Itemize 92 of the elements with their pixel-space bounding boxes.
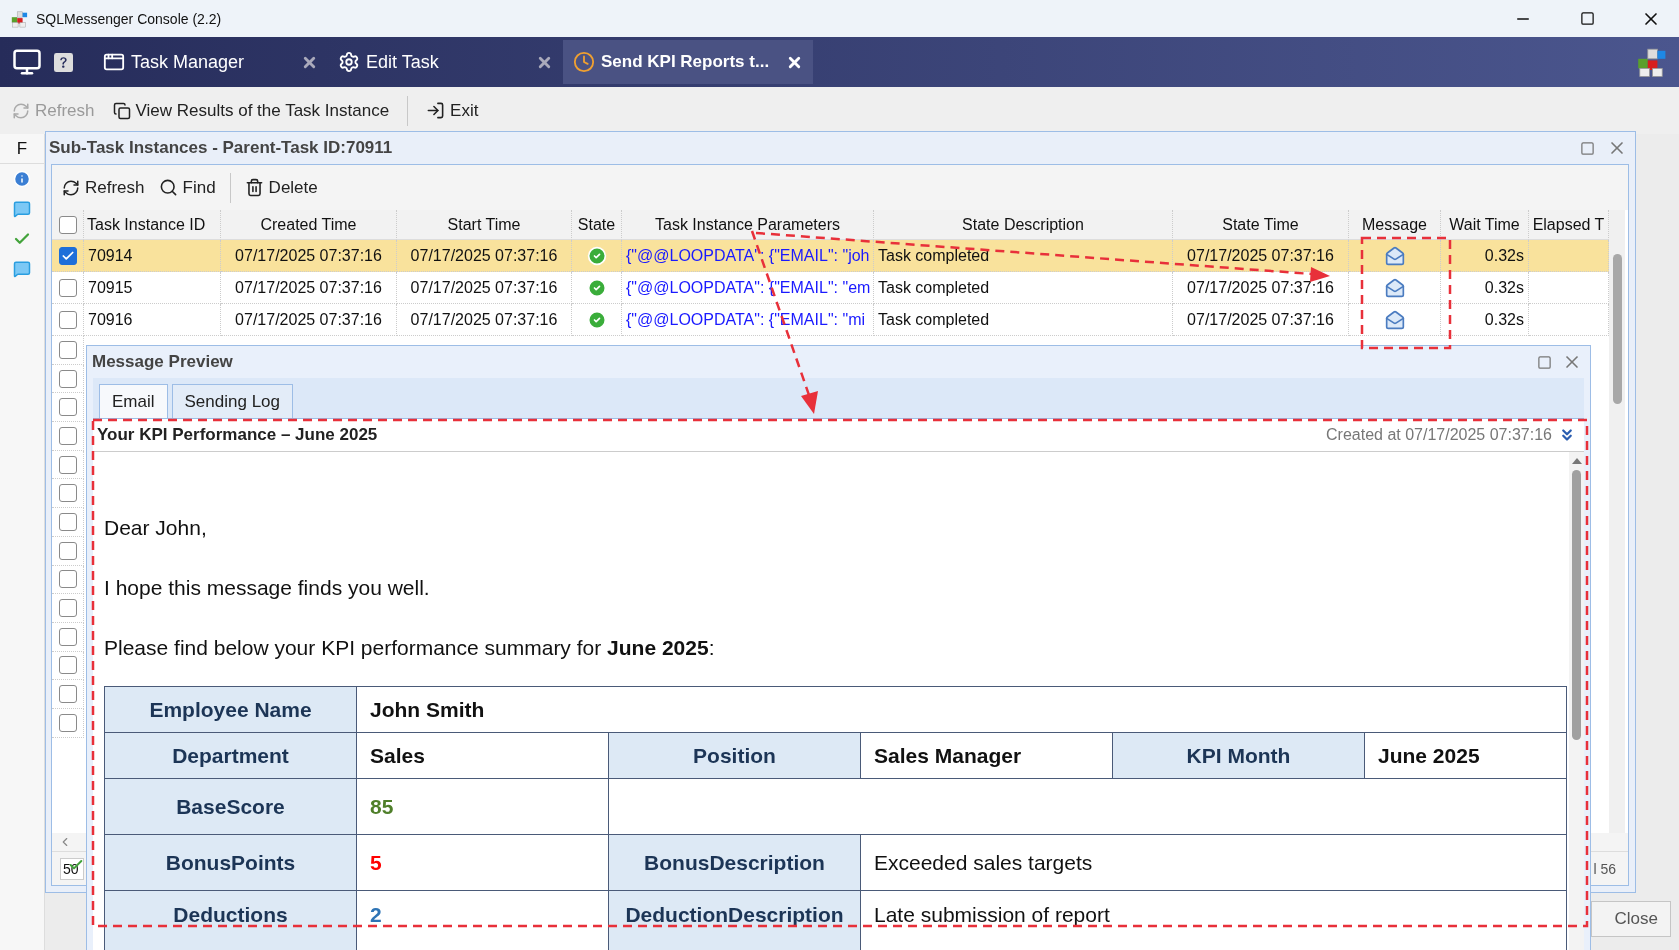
scrollbar[interactable] (1609, 210, 1625, 833)
column-header[interactable]: Task Instance Parameters (622, 210, 874, 240)
email-paragraph: Dear John, (104, 515, 208, 541)
column-header[interactable]: Wait Time (1441, 210, 1529, 240)
email-paragraph: Please find below your KPI performance summary for June 2025: (104, 635, 716, 661)
column-header[interactable]: Elapsed T (1529, 210, 1609, 240)
chat-icon (13, 200, 31, 218)
checkbox[interactable] (58, 685, 77, 704)
app-logo-icon (10, 9, 28, 28)
checkbox[interactable] (58, 340, 77, 359)
close-button[interactable]: Close (1591, 901, 1671, 937)
exit-icon (426, 101, 446, 120)
checkbox[interactable] (58, 541, 77, 560)
field-value: Sales Manager (861, 733, 1113, 779)
field-label: Department (105, 733, 357, 779)
refresh-icon (12, 101, 30, 120)
record-count: l 56 (1593, 860, 1616, 877)
checkbox[interactable] (58, 627, 77, 646)
trash-icon (244, 178, 264, 197)
checkbox[interactable] (58, 570, 77, 589)
clock-icon (573, 51, 595, 73)
column-header[interactable]: Task Instance ID (84, 210, 221, 240)
created-time: Created at 07/17/2025 07:37:16 (1326, 426, 1552, 444)
search-icon (158, 178, 178, 197)
checkbox[interactable] (58, 599, 77, 618)
cubes-icon (1635, 46, 1667, 78)
checkbox[interactable] (58, 426, 77, 445)
checkbox[interactable] (58, 656, 77, 675)
checkbox[interactable] (58, 369, 77, 388)
email-paragraph: I hope this message finds you well. (104, 575, 431, 601)
column-header[interactable]: State Description (874, 210, 1173, 240)
mail-icon[interactable] (1384, 309, 1405, 330)
field-label: BaseScore (105, 779, 357, 835)
field-value: Sales (357, 733, 609, 779)
settings-icon (338, 51, 360, 73)
scrollbar[interactable] (1569, 452, 1584, 950)
checkbox[interactable] (58, 713, 77, 732)
checkbox[interactable] (58, 512, 77, 531)
toolbar-button[interactable]: Refresh (62, 177, 145, 198)
field-value: June 2025 (1365, 733, 1567, 779)
table-row[interactable]: 70914 07/17/2025 07:37:16 07/17/2025 07:37:16 {"@@LOOPDATA": {"EMAIL": "joh Task completed 07/17/2025 07:37:16 0.32s (52, 240, 1609, 272)
checkbox[interactable] (58, 455, 77, 474)
toolbar-button[interactable]: View Results of the Task Instance (112, 100, 390, 121)
copy-icon (112, 101, 131, 120)
checkbox[interactable] (58, 310, 77, 329)
table-row[interactable]: 70916 07/17/2025 07:37:16 07/17/2025 07:37:16 {"@@LOOPDATA": {"EMAIL": "mi Task completed 07/17/2025 07:37:16 0.32s (52, 304, 1609, 336)
maximize-icon[interactable] (1579, 11, 1595, 26)
field-label: DeductionDescription (609, 891, 861, 950)
help-icon[interactable] (54, 52, 73, 72)
toolbar-button[interactable]: Exit (426, 100, 479, 121)
field-label: Deductions (105, 891, 357, 950)
field-value: 5 (357, 835, 609, 891)
column-header[interactable]: Start Time (397, 210, 572, 240)
window-title: SQLMessenger Console (2.2) (36, 10, 223, 27)
checkbox[interactable] (58, 246, 77, 265)
field-label: KPI Month (1113, 733, 1365, 779)
field-value: 85 (357, 779, 609, 835)
column-header: F (0, 134, 45, 164)
monitor-icon[interactable] (12, 47, 42, 77)
info-icon (13, 170, 31, 188)
field-label: Employee Name (105, 687, 357, 733)
column-header[interactable]: Message (1349, 210, 1441, 240)
nav-tab[interactable]: Edit Task (328, 40, 563, 84)
field-label: Position (609, 733, 861, 779)
tab[interactable]: Email (99, 384, 168, 418)
column-header[interactable]: State (572, 210, 622, 240)
field-value: Exceeded sales targets (861, 835, 1567, 891)
page-size-field[interactable]: 50 (60, 857, 84, 880)
toolbar-button[interactable]: Delete (244, 177, 318, 198)
checkbox[interactable] (58, 215, 77, 234)
field-label: BonusDescription (609, 835, 861, 891)
column-header[interactable]: Created Time (221, 210, 397, 240)
checkbox[interactable] (58, 484, 77, 503)
dialog-title: Message Preview (92, 352, 234, 372)
field-label: BonusPoints (105, 835, 357, 891)
nav-tab[interactable]: Send KPI Reports t... (563, 40, 813, 84)
refresh-icon (62, 178, 80, 197)
chat-icon (13, 260, 31, 278)
window-icon (103, 51, 125, 73)
checkbox[interactable] (58, 278, 77, 297)
table-row[interactable]: 70915 07/17/2025 07:37:16 07/17/2025 07:37:16 {"@@LOOPDATA": {"EMAIL": "em Task completed 07/17/2025 07:37:16 0.32s (52, 272, 1609, 304)
field-value: John Smith (357, 687, 1567, 733)
tab[interactable]: Sending Log (171, 384, 293, 418)
column-header[interactable]: State Time (1173, 210, 1349, 240)
window-title: Sub-Task Instances - Parent-Task ID:70911 (49, 138, 394, 158)
email-subject: Your KPI Performance – June 2025 (97, 425, 379, 445)
scroll-up-icon[interactable] (1571, 456, 1582, 464)
mail-icon[interactable] (1384, 277, 1405, 298)
nav-tab[interactable]: Task Manager (93, 40, 328, 84)
mail-icon[interactable] (1384, 245, 1405, 266)
toolbar-button[interactable]: Find (158, 177, 216, 198)
checkbox[interactable] (58, 398, 77, 417)
